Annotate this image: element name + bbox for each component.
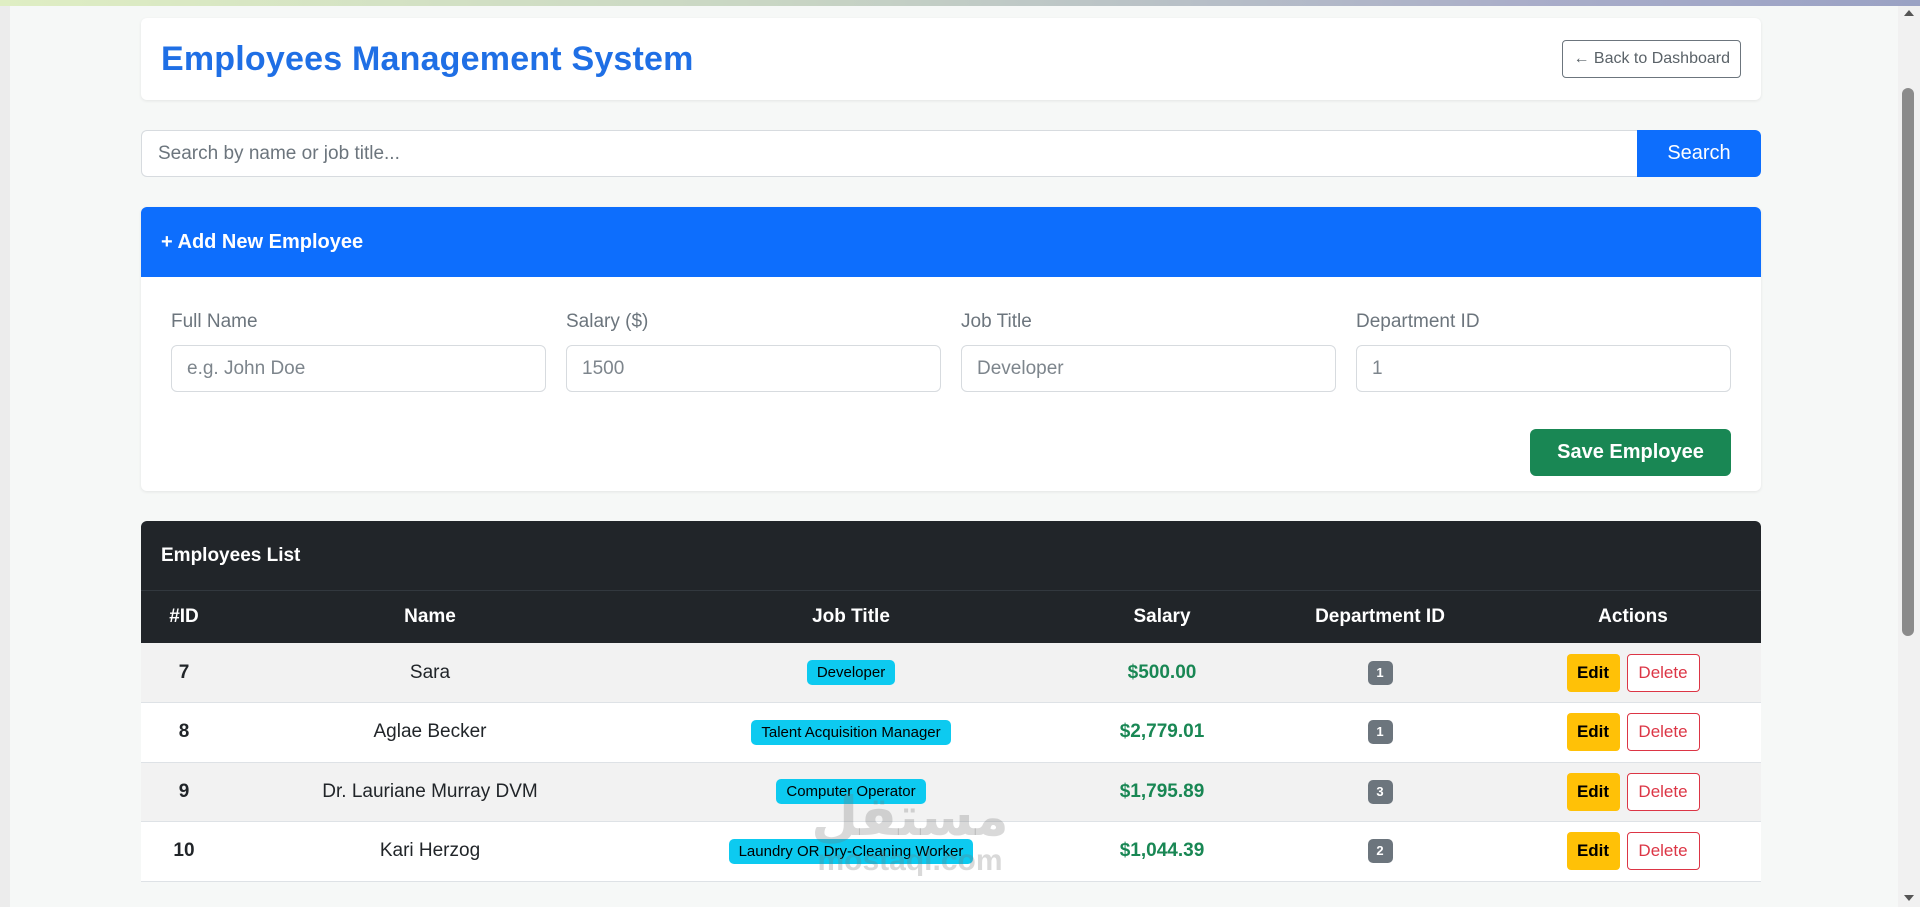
column-header-id: #ID [169,606,199,627]
department-id-field: Department ID [1356,311,1731,392]
delete-button[interactable]: Delete [1626,772,1700,811]
back-to-dashboard-button[interactable]: ← Back to Dashboard [1562,40,1741,78]
department-badge: 1 [1367,660,1393,685]
job-title-badge: Developer [806,660,896,685]
window-top-strip [0,0,1920,6]
employee-id: 8 [178,721,190,743]
search-button[interactable]: Search [1637,130,1761,177]
vertical-scrollbar[interactable] [1898,6,1920,907]
scroll-up-arrow-icon[interactable] [1904,10,1914,16]
department-badge: 1 [1367,720,1393,745]
header-card: Employees Management System ← Back to Da… [141,18,1761,100]
actions-cell: Edit Delete [1505,762,1761,822]
left-edge [0,6,10,907]
form-fields-row: Full Name Salary ($) Job Title Departmen… [171,311,1731,392]
job-title-badge: Laundry OR Dry-Cleaning Worker [728,838,974,864]
salary-field: Salary ($) [566,311,941,392]
department-badge: 3 [1367,779,1393,804]
add-employee-card: + Add New Employee Full Name Salary ($) … [141,207,1761,491]
department-id-label: Department ID [1356,311,1480,332]
employee-salary: $1,044.39 [1119,840,1205,862]
salary-cell: $500.00 [1069,643,1255,703]
column-header-actions: Actions [1598,606,1668,627]
job-title-cell: Computer Operator [633,762,1069,822]
table-row: 10 Kari Herzog Laundry OR Dry-Cleaning W… [141,821,1761,882]
employee-name: Sara [409,661,451,683]
job-title-cell: Laundry OR Dry-Cleaning Worker [633,822,1069,882]
employee-id: 7 [178,661,190,683]
department-cell: 3 [1255,762,1505,822]
employee-name: Aglae Becker [373,721,487,743]
table-row: 7 Sara Developer $500.00 1 Edit Delete [141,643,1761,703]
actions-cell: Edit Delete [1505,643,1761,703]
page-title: Employees Management System [161,39,694,78]
edit-button[interactable]: Edit [1566,713,1620,752]
department-badge: 2 [1367,839,1393,864]
employees-list-card: Employees List #ID Name Job Title Salary… [141,521,1761,882]
salary-cell: $1,044.39 [1069,822,1255,882]
full-name-input[interactable] [171,345,546,392]
main-container: Employees Management System ← Back to Da… [141,18,1761,882]
employee-name: Kari Herzog [379,840,481,862]
department-cell: 1 [1255,643,1505,703]
column-header-salary: Salary [1133,606,1191,627]
edit-button[interactable]: Edit [1566,832,1620,871]
actions-cell: Edit Delete [1505,703,1761,763]
column-header-job-title: Job Title [812,606,890,627]
job-title-badge: Computer Operator [776,779,926,805]
salary-label: Salary ($) [566,311,649,332]
edit-button[interactable]: Edit [1566,653,1620,692]
column-header-department-id: Department ID [1315,606,1445,627]
table-header-row: #ID Name Job Title Salary Department ID … [141,591,1761,643]
department-id-input[interactable] [1356,345,1731,392]
employee-salary: $500.00 [1127,661,1197,683]
delete-button[interactable]: Delete [1626,832,1700,871]
delete-button[interactable]: Delete [1626,713,1700,752]
employees-list-title: Employees List [141,521,1761,591]
job-title-input[interactable] [961,345,1336,392]
employees-table: #ID Name Job Title Salary Department ID … [141,591,1761,882]
job-title-field: Job Title [961,311,1336,392]
edit-button[interactable]: Edit [1566,772,1620,811]
add-employee-title: + Add New Employee [141,207,1761,277]
scroll-down-arrow-icon[interactable] [1904,895,1914,901]
employee-salary: $1,795.89 [1119,780,1205,802]
table-row: 8 Aglae Becker Talent Acquisition Manage… [141,702,1761,763]
column-header-name: Name [404,606,456,627]
job-title-cell: Talent Acquisition Manager [633,703,1069,763]
department-cell: 1 [1255,703,1505,763]
employee-id: 10 [173,840,195,862]
salary-cell: $1,795.89 [1069,762,1255,822]
add-employee-form: Full Name Salary ($) Job Title Departmen… [141,277,1761,491]
delete-button[interactable]: Delete [1626,653,1700,692]
salary-input[interactable] [566,345,941,392]
save-employee-button[interactable]: Save Employee [1530,429,1731,476]
full-name-field: Full Name [171,311,546,392]
employee-name: Dr. Lauriane Murray DVM [322,780,538,802]
scroll-thumb[interactable] [1902,88,1914,636]
table-row: 9 Dr. Lauriane Murray DVM Computer Opera… [141,762,1761,822]
salary-cell: $2,779.01 [1069,703,1255,763]
job-title-badge: Talent Acquisition Manager [751,719,951,745]
employee-salary: $2,779.01 [1119,721,1205,743]
job-title-label: Job Title [961,311,1032,332]
department-cell: 2 [1255,822,1505,882]
actions-cell: Edit Delete [1505,822,1761,882]
employee-id: 9 [178,780,190,802]
full-name-label: Full Name [171,311,258,332]
search-input[interactable] [141,130,1637,177]
job-title-cell: Developer [633,643,1069,703]
search-row: Search [141,130,1761,177]
